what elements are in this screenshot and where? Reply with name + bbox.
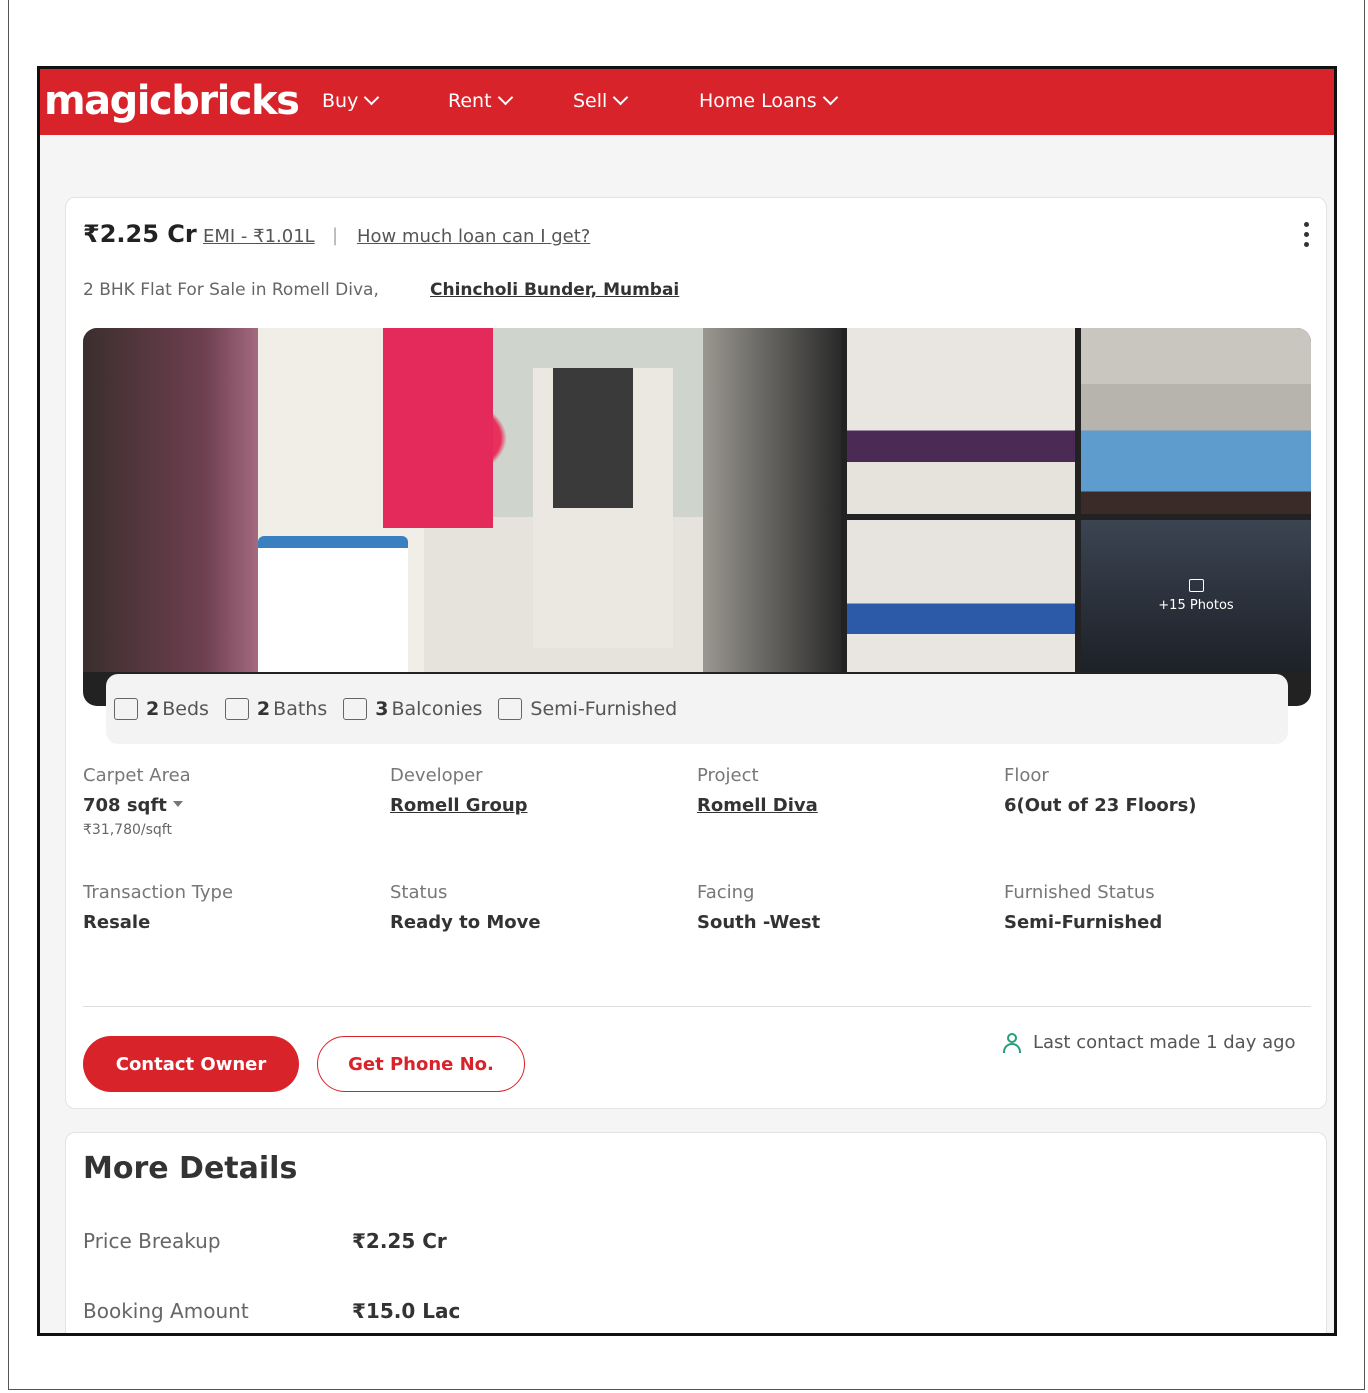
emi-link[interactable]: EMI - ₹1.01L xyxy=(203,226,315,247)
price-breakup-label: Price Breakup xyxy=(83,1229,221,1253)
divider xyxy=(83,1006,1311,1007)
more-details-title: More Details xyxy=(83,1151,298,1186)
nav-rent-label: Rent xyxy=(448,90,492,112)
nav-buy[interactable]: Buy xyxy=(322,88,380,114)
loan-eligibility-link[interactable]: How much loan can I get? xyxy=(357,226,590,247)
nav-home-loans-label: Home Loans xyxy=(699,90,817,112)
feature-count: 2 xyxy=(256,698,271,720)
detail-project: Project Romell Diva xyxy=(697,764,987,818)
nav-home-loans[interactable]: Home Loans xyxy=(699,88,838,114)
furnished-icon xyxy=(498,698,523,720)
developer-link[interactable]: Romell Group xyxy=(390,794,680,818)
feature-label: Balconies xyxy=(391,698,483,720)
nav-rent[interactable]: Rent xyxy=(448,88,513,114)
feature-count: 2 xyxy=(146,698,160,720)
detail-transaction-type: Transaction Type Resale xyxy=(83,881,373,935)
detail-floor: Floor 6(Out of 23 Floors) xyxy=(1004,764,1294,818)
detail-label: Carpet Area xyxy=(83,765,191,786)
chevron-down-icon xyxy=(364,89,380,106)
booking-amount-value: ₹15.0 Lac xyxy=(352,1299,461,1323)
chevron-down-icon xyxy=(822,89,838,106)
last-contact-info: Last contact made 1 day ago xyxy=(1003,1032,1296,1053)
detail-label: Floor xyxy=(1004,765,1049,786)
detail-label: Project xyxy=(697,765,759,786)
feature-beds: 2 Beds xyxy=(114,698,209,720)
detail-furnished-status: Furnished Status Semi-Furnished xyxy=(1004,881,1294,935)
property-title: 2 BHK Flat For Sale in Romell Diva, xyxy=(83,280,379,300)
magicbricks-logo[interactable]: magicbricks xyxy=(44,75,300,127)
bath-icon xyxy=(224,698,249,720)
detail-label: Transaction Type xyxy=(83,882,234,903)
feature-balconies: 3 Balconies xyxy=(343,698,482,720)
separator: | xyxy=(332,225,339,246)
detail-value: 6(Out of 23 Floors) xyxy=(1004,795,1197,816)
get-phone-button[interactable]: Get Phone No. xyxy=(317,1036,525,1092)
booking-amount-label: Booking Amount xyxy=(83,1299,249,1323)
detail-label: Furnished Status xyxy=(1004,882,1155,903)
property-card: ₹2.25 Cr EMI - ₹1.01L | How much loan ca… xyxy=(65,197,1327,1109)
feature-label: Baths xyxy=(273,698,328,720)
nav-sell[interactable]: Sell xyxy=(573,88,629,114)
more-details-card: More Details Price Breakup ₹2.25 Cr Book… xyxy=(65,1132,1327,1333)
price-per-sqft: ₹31,780/sqft xyxy=(83,822,172,838)
feature-label: Beds xyxy=(162,698,209,720)
detail-value: Resale xyxy=(83,912,151,933)
feature-count: 3 xyxy=(375,698,389,720)
browser-viewport: magicbricks Buy Rent Sell Home Loans ₹2.… xyxy=(37,66,1337,1336)
detail-label: Developer xyxy=(390,765,483,786)
contact-owner-button[interactable]: Contact Owner xyxy=(83,1036,299,1092)
caret-down-icon xyxy=(172,801,183,807)
detail-label: Facing xyxy=(697,882,755,903)
detail-status: Status Ready to Move xyxy=(390,881,680,935)
price-breakup-value: ₹2.25 Cr xyxy=(352,1229,447,1253)
balcony-icon xyxy=(343,698,368,720)
more-options-icon[interactable] xyxy=(1304,222,1310,250)
person-icon xyxy=(1003,1032,1021,1053)
nav-buy-label: Buy xyxy=(322,90,359,112)
thumbnail-photo[interactable] xyxy=(847,328,1075,514)
project-link[interactable]: Romell Diva xyxy=(697,794,987,818)
chevron-down-icon xyxy=(497,89,513,106)
chevron-down-icon xyxy=(613,89,629,106)
detail-developer: Developer Romell Group xyxy=(390,764,680,818)
detail-label: Status xyxy=(390,882,448,903)
main-photo[interactable] xyxy=(83,328,841,672)
thumbnail-photo[interactable] xyxy=(1081,328,1311,514)
last-contact-text: Last contact made 1 day ago xyxy=(1033,1032,1296,1053)
feature-baths: 2 Baths xyxy=(224,698,328,720)
detail-facing: Facing South -West xyxy=(697,881,987,935)
nav-sell-label: Sell xyxy=(573,90,608,112)
more-photos-thumbnail[interactable]: +15 Photos xyxy=(1081,520,1311,672)
property-price: ₹2.25 Cr xyxy=(83,220,197,248)
detail-value: Ready to Move xyxy=(390,912,541,933)
thumbnail-photo[interactable] xyxy=(847,520,1075,672)
feature-furnishing: Semi-Furnished xyxy=(498,698,677,720)
bed-icon xyxy=(114,698,138,720)
detail-value[interactable]: 708 sqft xyxy=(83,794,373,818)
detail-value: South -West xyxy=(697,912,821,933)
top-navbar: magicbricks Buy Rent Sell Home Loans xyxy=(40,69,1334,135)
locality-link[interactable]: Chincholi Bunder, Mumbai xyxy=(430,280,679,300)
features-bar: 2 Beds 2 Baths 3 Balconies Semi-Furnishe… xyxy=(106,674,1288,744)
feature-label: Semi-Furnished xyxy=(530,698,678,720)
detail-carpet-area: Carpet Area 708 sqft ₹31,780/sqft xyxy=(83,764,373,838)
image-icon xyxy=(1188,579,1204,592)
detail-value: Semi-Furnished xyxy=(1004,912,1163,933)
photo-gallery: +15 Photos xyxy=(83,328,1311,706)
more-photos-label: +15 Photos xyxy=(1158,598,1234,613)
